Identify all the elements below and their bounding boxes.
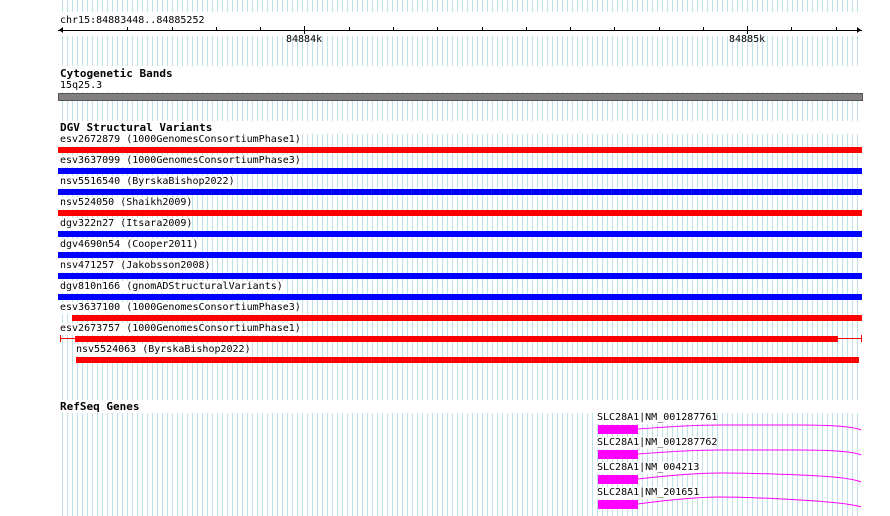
- refseq-track-title: RefSeq Genes: [60, 400, 140, 413]
- ruler-right-arrow-icon: [857, 27, 861, 33]
- gene-label: SLC28A1|NM_001287761: [597, 412, 718, 424]
- gene-intron-line: [637, 472, 862, 483]
- ruler-tick-label: 84885k: [729, 34, 766, 45]
- variant-bar-ci-left: [60, 335, 61, 342]
- ruler-minor-tick: [482, 27, 483, 31]
- ruler-tick-label: 84884k: [286, 34, 323, 45]
- cyto-band-glyph[interactable]: [58, 93, 863, 101]
- variant-label: nsv471257 (Jakobsson2008): [60, 260, 211, 272]
- gene-label: SLC28A1|NM_201651: [597, 487, 700, 499]
- ruler-minor-tick: [127, 27, 128, 31]
- gene-label: SLC28A1|NM_004213: [597, 462, 700, 474]
- ruler-coordinates: chr15:84883448..84885252: [60, 15, 205, 27]
- variant-label: esv2673757 (1000GenomesConsortiumPhase1): [60, 323, 301, 335]
- variant-label: nsv5516540 (ByrskaBishop2022): [60, 176, 235, 188]
- ruler-minor-tick: [614, 27, 615, 31]
- variant-label: esv3637099 (1000GenomesConsortiumPhase3): [60, 155, 301, 167]
- ruler-minor-tick: [836, 27, 837, 31]
- ruler-minor-tick: [260, 27, 261, 31]
- variant-bar[interactable]: [58, 294, 862, 300]
- gene-exon[interactable]: [598, 500, 638, 509]
- variant-bar[interactable]: [58, 273, 862, 279]
- variant-label: dgv322n27 (Itsara2009): [60, 218, 193, 230]
- ruler-minor-tick: [216, 27, 217, 31]
- variant-bar[interactable]: [76, 357, 859, 363]
- variant-label: nsv5524063 (ByrskaBishop2022): [76, 344, 251, 356]
- variant-label: esv2672879 (1000GenomesConsortiumPhase1): [60, 134, 301, 146]
- variant-bar[interactable]: [58, 189, 862, 195]
- variant-bar-ci-right: [861, 335, 862, 342]
- variant-label: dgv4690n54 (Cooper2011): [60, 239, 199, 251]
- ruler-minor-tick: [172, 27, 173, 31]
- variant-bar[interactable]: [58, 147, 862, 153]
- gene-exon[interactable]: [598, 450, 638, 459]
- ruler-minor-tick: [570, 27, 571, 31]
- cyto-band-label: 15q25.3: [60, 80, 103, 92]
- ruler-left-arrow-icon: [59, 27, 63, 33]
- gene-intron-line: [637, 449, 862, 456]
- variant-bar[interactable]: [58, 210, 862, 216]
- ruler-major-tick: [304, 26, 305, 34]
- gene-label: SLC28A1|NM_001287762: [597, 437, 718, 449]
- variant-bar[interactable]: [72, 315, 862, 321]
- ruler-minor-tick: [349, 27, 350, 31]
- variant-bar[interactable]: [58, 252, 862, 258]
- ruler[interactable]: [58, 30, 862, 31]
- variant-bar[interactable]: [58, 168, 862, 174]
- ruler-minor-tick: [393, 27, 394, 31]
- ruler-minor-tick: [703, 27, 704, 31]
- ruler-minor-tick: [526, 27, 527, 31]
- variant-bar[interactable]: [75, 336, 838, 342]
- gene-intron-line: [637, 424, 862, 431]
- ruler-minor-tick: [791, 27, 792, 31]
- gene-exon[interactable]: [598, 475, 638, 484]
- ruler-minor-tick: [437, 27, 438, 31]
- genome-browser-panel[interactable]: chr15:84883448..84885252 84884k 84885k C…: [0, 0, 890, 516]
- ruler-minor-tick: [659, 27, 660, 31]
- variant-label: nsv524050 (Shaikh2009): [60, 197, 193, 209]
- variant-label: esv3637100 (1000GenomesConsortiumPhase3): [60, 302, 301, 314]
- variant-label: dgv810n166 (gnomADStructuralVariants): [60, 281, 283, 293]
- gene-exon[interactable]: [598, 425, 638, 434]
- cyto-track-title: Cytogenetic Bands: [60, 67, 173, 80]
- dgv-track-title: DGV Structural Variants: [60, 121, 213, 134]
- ruler-major-tick: [747, 26, 748, 34]
- variant-bar[interactable]: [58, 231, 862, 237]
